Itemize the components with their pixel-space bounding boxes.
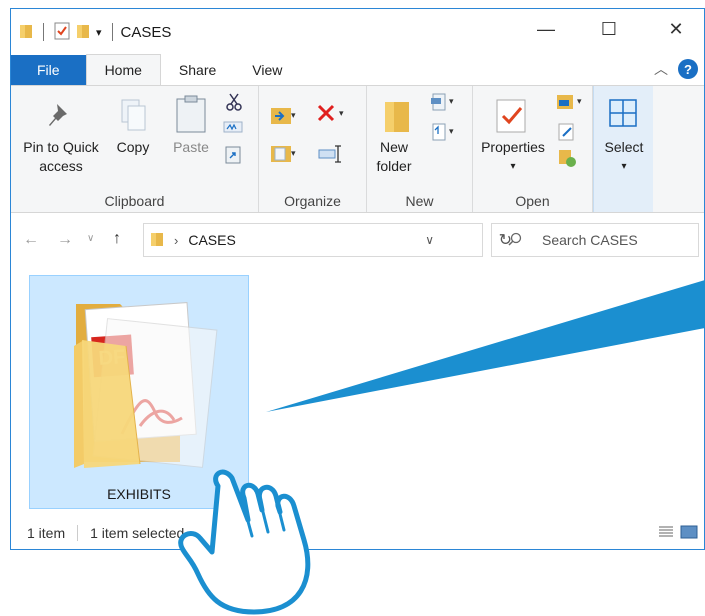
svg-text:▾: ▾ — [577, 96, 582, 106]
svg-text:▾: ▾ — [449, 126, 454, 136]
chevron-down-icon: ▾ — [621, 161, 627, 172]
new-item-icon[interactable]: ▾ — [429, 92, 459, 117]
help-icon[interactable]: ? — [678, 59, 698, 79]
tab-view[interactable]: View — [234, 55, 300, 85]
divider — [77, 525, 79, 541]
breadcrumb-separator-icon: › — [174, 232, 179, 248]
paste-shortcut-icon[interactable] — [225, 144, 241, 167]
close-button[interactable]: ✕ — [661, 19, 691, 40]
group-label-organize: Organize — [284, 193, 341, 209]
tab-share[interactable]: Share — [161, 55, 234, 85]
svg-text:▾: ▾ — [339, 108, 344, 118]
new-folder-icon[interactable] — [76, 23, 90, 42]
new-folder-button[interactable]: New folder — [367, 138, 421, 176]
paste-button[interactable]: Paste — [166, 138, 216, 157]
recent-chevron-icon[interactable]: ∨ — [87, 233, 94, 244]
svg-text:▾: ▾ — [449, 96, 454, 106]
large-icons-view-icon[interactable] — [680, 525, 698, 542]
up-arrow-icon[interactable]: ↑ — [113, 230, 121, 248]
file-list: DF EXHIBITS — [11, 267, 704, 517]
new-folder-label-line1: New — [379, 139, 408, 155]
address-bar-row: ← → ∨ ↑ › CASES ∨ ↻ Search CASES — [11, 213, 704, 269]
group-label-new: New — [405, 193, 434, 209]
window-title: CASES — [120, 23, 172, 41]
folder-icon — [150, 231, 164, 250]
address-box[interactable]: › CASES ∨ ↻ — [143, 223, 512, 257]
status-bar: 1 item 1 item selected — [11, 517, 704, 549]
properties-button[interactable]: Properties ▾ — [475, 138, 551, 176]
item-count: 1 item — [27, 525, 66, 541]
group-label-clipboard: Clipboard — [104, 193, 165, 209]
edit-icon[interactable] — [557, 122, 577, 145]
cut-icon[interactable] — [225, 92, 243, 115]
search-placeholder: Search CASES — [542, 232, 638, 248]
copy-path-icon[interactable] — [223, 120, 243, 137]
chevron-up-icon[interactable]: ︿ — [654, 59, 668, 79]
title-bar: ▾ CASES — ☐ ✕ — [11, 9, 704, 55]
select-label: Select — [604, 139, 644, 155]
history-icon[interactable] — [557, 148, 577, 171]
properties-icon[interactable] — [54, 22, 70, 43]
folder-name: EXHIBITS — [107, 486, 171, 502]
svg-text:▾: ▾ — [291, 148, 296, 158]
properties-large-icon — [495, 98, 529, 137]
chevron-down-icon[interactable]: ∨ — [425, 233, 434, 247]
copy-button[interactable]: Copy — [111, 138, 155, 157]
group-clipboard: Pin to Quick access Copy Paste Clipboard — [11, 86, 259, 212]
search-icon — [508, 232, 522, 249]
pin-label-line2: access — [39, 158, 83, 174]
group-new: New folder ▾ ▾ New — [367, 86, 473, 212]
move-to-icon[interactable]: ▾ — [269, 104, 299, 131]
ribbon-tabs: File Home Share View ︿ ? — [11, 54, 704, 85]
delete-icon[interactable]: ▾ — [315, 102, 349, 129]
breadcrumb-cases[interactable]: CASES — [188, 232, 235, 248]
pin-icon — [45, 100, 75, 133]
ribbon-right-controls: ︿ ? — [654, 59, 698, 79]
minimize-button[interactable]: — — [531, 19, 561, 40]
group-open: Properties ▾ ▾ Open — [473, 86, 593, 212]
folder-tile-exhibits[interactable]: DF EXHIBITS — [29, 275, 249, 509]
folder-icon — [19, 23, 33, 42]
back-arrow-icon[interactable]: ← — [23, 231, 39, 249]
svg-text:▾: ▾ — [291, 110, 296, 120]
properties-label: Properties — [481, 139, 545, 155]
pdf-folder-icon: DF — [74, 302, 218, 468]
divider — [111, 23, 113, 41]
rename-icon[interactable] — [317, 142, 343, 169]
select-icon — [608, 98, 638, 131]
easy-access-icon[interactable]: ▾ — [429, 122, 459, 147]
search-input[interactable]: Search CASES — [491, 223, 699, 257]
select-button[interactable]: Select ▾ — [594, 138, 654, 176]
tab-file[interactable]: File — [11, 55, 86, 85]
new-folder-large-icon — [383, 98, 413, 137]
new-folder-label-line2: folder — [376, 158, 412, 174]
file-explorer-window: ▾ CASES — ☐ ✕ File Home Share View ︿ ? P… — [10, 8, 705, 550]
group-organize: ▾ ▾ ▾ Organize — [259, 86, 367, 212]
maximize-button[interactable]: ☐ — [594, 19, 624, 40]
chevron-down-icon: ▾ — [510, 161, 516, 172]
quick-access-toolbar: ▾ — [11, 22, 117, 43]
selection-count: 1 item selected — [90, 525, 185, 541]
paste-icon — [175, 94, 207, 137]
group-select: Select ▾ — [593, 86, 653, 212]
chevron-down-icon[interactable]: ▾ — [96, 26, 102, 39]
copy-to-icon[interactable]: ▾ — [269, 142, 299, 169]
ribbon: Pin to Quick access Copy Paste Clipboard — [11, 85, 704, 213]
pin-label-line1: Pin to Quick — [23, 139, 99, 155]
divider — [43, 23, 44, 41]
pin-to-quick-access-button[interactable]: Pin to Quick access — [13, 138, 109, 176]
tab-home[interactable]: Home — [85, 54, 161, 85]
forward-arrow-icon[interactable]: → — [57, 231, 73, 249]
details-view-icon[interactable] — [658, 525, 674, 542]
copy-icon — [119, 98, 149, 135]
open-icon[interactable]: ▾ — [555, 92, 585, 115]
group-label-open: Open — [515, 193, 550, 209]
